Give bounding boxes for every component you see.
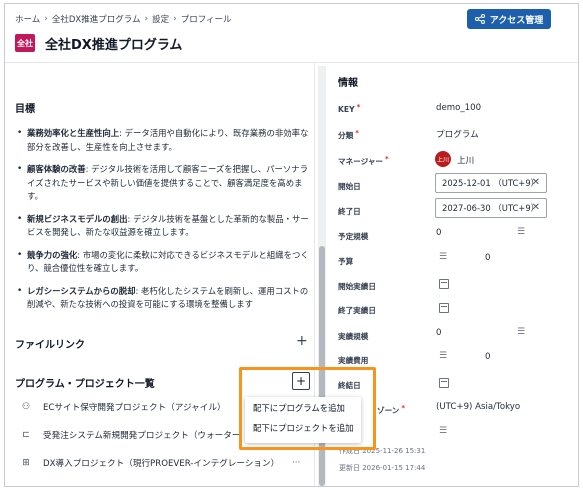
budget-label: 予算 xyxy=(338,257,354,266)
access-management-button[interactable]: アクセス管理 xyxy=(467,9,551,29)
manager-name[interactable]: 上川 xyxy=(457,154,474,166)
integration-icon: ⊞ xyxy=(22,458,30,468)
breadcrumb-settings[interactable]: 設定 xyxy=(152,13,169,25)
actual-scale-value[interactable]: 0 xyxy=(436,328,441,338)
project-row[interactable]: ⊞ DX導入プロジェクト（現行PROEVER-インテグレーション） ··· xyxy=(5,452,314,474)
calendar-icon[interactable] xyxy=(439,378,449,388)
menu-item-add-program[interactable]: 配下にプログラムを追加 xyxy=(253,402,345,414)
end-date-field[interactable]: 2027-06-30 （UTC+9） ✕ xyxy=(435,198,547,218)
agile-icon: ⚇ xyxy=(21,402,31,412)
actual-start-label: 開始実績日 xyxy=(338,282,376,291)
projects-title: プログラム・プロジェクト一覧 xyxy=(15,379,155,390)
start-date-value: 2025-12-01 （UTC+9） xyxy=(442,178,540,188)
actual-cost-value[interactable]: 0 xyxy=(485,352,490,362)
breadcrumb-home[interactable]: ホーム xyxy=(15,13,40,25)
scrollbar-thumb[interactable] xyxy=(319,246,325,486)
breadcrumb-program[interactable]: 全社DX推進プログラム xyxy=(52,13,141,25)
list-icon[interactable]: ☰ xyxy=(439,351,447,361)
add-child-menu: 配下にプログラムを追加 配下にプロジェクトを追加 xyxy=(245,397,361,443)
timezone-label: ゾーン * xyxy=(377,404,406,415)
file-links-title: ファイルリンク xyxy=(15,340,85,351)
add-child-button[interactable]: + xyxy=(292,372,310,390)
goal-item: 顧客体験の改善: デジタル技術を活用して顧客ニーズを把握し、パーソナライズされた… xyxy=(17,163,309,204)
project-name[interactable]: 受発注システム新規開発プロジェクト（ウォーター xyxy=(43,429,240,441)
breadcrumb-profile: プロフィール xyxy=(180,15,232,25)
goal-item: 業務効率化と生産性向上: データ活用や自動化により、既存業務の非効率な部分を改善… xyxy=(17,127,309,154)
share-icon xyxy=(474,14,485,24)
budget-value[interactable]: 0 xyxy=(485,253,490,263)
info-panel: 情報 KEY * demo_100 分類 * プログラム マネージャー * 上川 上川… xyxy=(327,63,578,486)
breadcrumb-separator: › xyxy=(44,14,48,24)
add-file-link-icon[interactable]: + xyxy=(296,334,308,348)
goal-item: レガシーシステムからの脱却: 老朽化したシステムを刷新し、運用コストの削減や、新… xyxy=(17,285,309,312)
app-window: ホーム › 全社DX推進プログラム › 設定 › プロフィール アクセス管理 全… xyxy=(4,3,579,487)
start-date-field[interactable]: 2025-12-01 （UTC+9） ✕ xyxy=(435,173,547,193)
manager-label: マネージャー * xyxy=(338,155,389,166)
key-value: demo_100 xyxy=(436,103,482,113)
list-icon[interactable]: ☰ xyxy=(517,227,525,237)
goal-item: 新規ビジネスモデルの創出: デジタル技術を基盤とした革新的な製品・サービスを開発… xyxy=(17,213,309,240)
list-icon[interactable]: ☰ xyxy=(517,327,525,337)
goals-list: 業務効率化と生産性向上: データ活用や自動化により、既存業務の非効率な部分を改善… xyxy=(17,127,309,321)
menu-item-add-project[interactable]: 配下にプロジェクトを追加 xyxy=(253,422,354,434)
goal-heading: レガシーシステムからの脱却 xyxy=(27,285,136,296)
goal-item: 競争力の強化: 市場の変化に柔軟に対応できるビジネスモデルと組織をつくり、競合優… xyxy=(17,249,309,276)
actual-end-label: 終了実績日 xyxy=(338,306,376,315)
category-value: プログラム xyxy=(436,130,479,140)
actual-cost-label: 実績費用 xyxy=(338,356,369,365)
goal-heading: 競争力の強化 xyxy=(27,249,78,260)
close-date-label: 終結日 xyxy=(338,381,361,390)
project-name[interactable]: DX導入プロジェクト（現行PROEVER-インテグレーション） xyxy=(43,457,279,469)
updated-date: 更新日 2026-01-15 17:44 xyxy=(339,464,426,472)
avatar: 上川 xyxy=(435,151,451,167)
goal-heading: 新規ビジネスモデルの創出 xyxy=(27,213,128,224)
program-logo: 全社 xyxy=(15,34,35,52)
access-management-label: アクセス管理 xyxy=(489,14,544,25)
page-title: 全社DX推進プログラム xyxy=(45,38,183,53)
breadcrumb-separator: › xyxy=(144,14,149,24)
clear-icon[interactable]: ✕ xyxy=(532,177,540,188)
project-name[interactable]: ECサイト保守開発プロジェクト（アジャイル） xyxy=(43,401,226,413)
clear-icon[interactable]: ✕ xyxy=(532,202,540,213)
info-title: 情報 xyxy=(338,78,358,89)
waterfall-icon: ⊏ xyxy=(22,430,30,440)
end-date-value: 2027-06-30 （UTC+9） xyxy=(442,203,540,213)
end-date-label: 終了日 xyxy=(338,207,361,216)
planned-scale-value[interactable]: 0 xyxy=(436,228,441,238)
breadcrumb-separator: › xyxy=(173,14,177,24)
start-date-label: 開始日 xyxy=(338,182,361,191)
key-label: KEY * xyxy=(338,103,361,114)
list-icon[interactable]: ☰ xyxy=(439,252,447,262)
more-options-icon[interactable]: ··· xyxy=(292,458,300,468)
breadcrumb: ホーム › 全社DX推進プログラム › 設定 › プロフィール xyxy=(15,13,232,25)
timezone-value[interactable]: (UTC+9) Asia/Tokyo xyxy=(436,402,520,412)
goal-heading: 業務効率化と生産性向上 xyxy=(27,128,120,138)
goals-title: 目標 xyxy=(15,104,35,115)
created-date: 作成日 2025-11-26 15:31 xyxy=(339,447,426,455)
category-label: 分類 * xyxy=(338,129,359,140)
calendar-icon[interactable] xyxy=(439,303,449,313)
goal-heading: 顧客体験の改善 xyxy=(27,164,86,174)
planned-scale-label: 予定規模 xyxy=(338,232,369,241)
calendar-icon[interactable] xyxy=(439,279,449,289)
actual-scale-label: 実績規模 xyxy=(338,332,369,341)
list-icon[interactable]: ☰ xyxy=(439,426,447,436)
